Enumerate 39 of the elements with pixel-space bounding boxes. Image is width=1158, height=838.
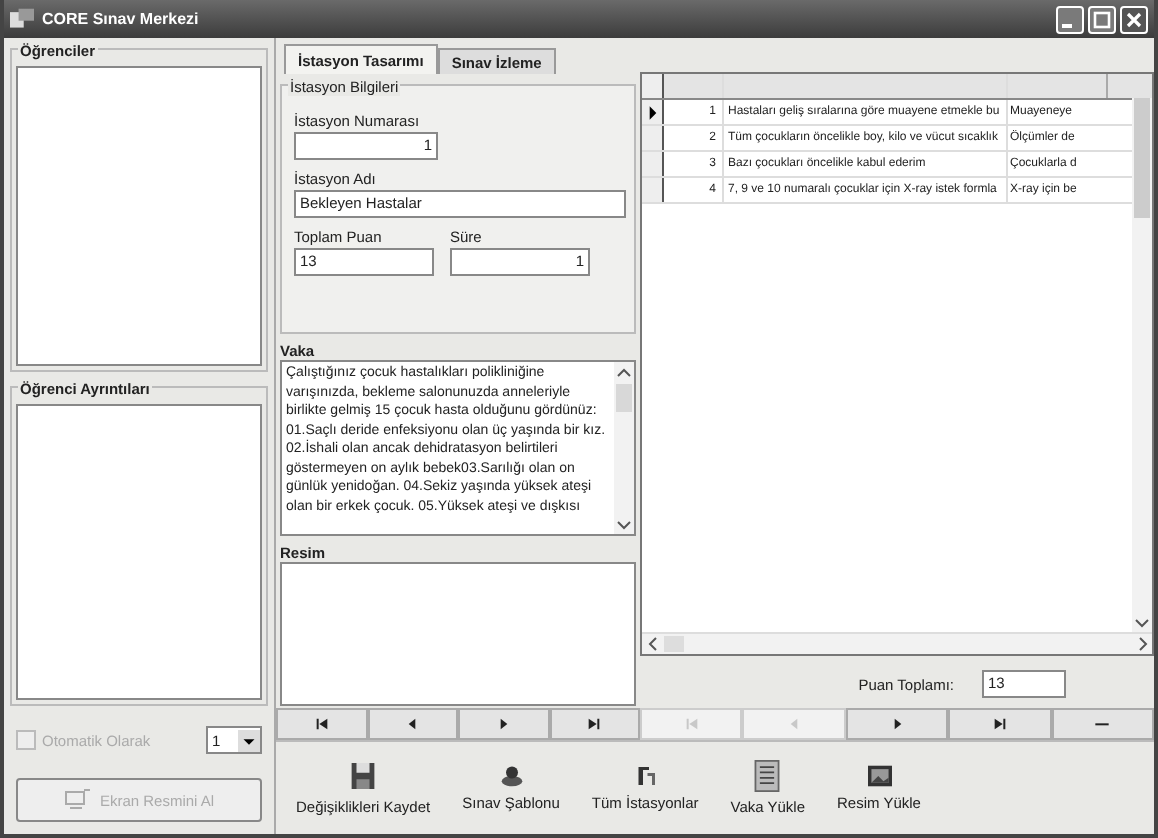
last-record-icon bbox=[586, 716, 603, 732]
next-record-icon bbox=[495, 716, 512, 732]
next-record-icon bbox=[889, 716, 906, 732]
previous-record-icon bbox=[404, 716, 421, 732]
document-icon bbox=[754, 760, 781, 792]
horizontal-scrollbar[interactable] bbox=[642, 632, 1152, 654]
maximize-icon bbox=[1092, 9, 1112, 29]
close-icon bbox=[1124, 9, 1144, 29]
minimize-button[interactable] bbox=[1056, 5, 1084, 33]
picture-icon bbox=[865, 764, 893, 788]
navigation-button[interactable] bbox=[948, 708, 1052, 740]
navigation-button[interactable] bbox=[367, 708, 458, 740]
app-icon bbox=[10, 8, 34, 30]
first-record-icon bbox=[683, 716, 700, 732]
last-record-icon bbox=[991, 716, 1008, 732]
navigation-button[interactable] bbox=[549, 708, 640, 740]
case-text-area[interactable] bbox=[280, 360, 636, 536]
row-selector[interactable] bbox=[642, 152, 664, 176]
scroll-thumb[interactable] bbox=[616, 384, 632, 412]
vertical-scrollbar[interactable] bbox=[1132, 98, 1152, 632]
navigation-button[interactable] bbox=[845, 708, 949, 740]
first-record-icon bbox=[313, 716, 330, 732]
current-row-icon bbox=[647, 105, 657, 119]
navigation-button[interactable] bbox=[458, 708, 549, 740]
vertical-scrollbar[interactable] bbox=[614, 362, 634, 534]
navigation-button[interactable] bbox=[1051, 708, 1154, 740]
row-selector[interactable] bbox=[642, 178, 664, 202]
minimize-icon bbox=[1062, 23, 1072, 27]
window-title: CORE Sınav Merkezi bbox=[42, 10, 201, 28]
monitor-icon bbox=[63, 788, 92, 812]
template-icon bbox=[497, 764, 525, 788]
navigation-button[interactable] bbox=[276, 708, 367, 740]
previous-record-icon bbox=[786, 716, 803, 732]
scroll-thumb[interactable] bbox=[1134, 98, 1150, 218]
scroll-thumb[interactable] bbox=[664, 636, 684, 652]
maximize-button[interactable] bbox=[1088, 5, 1116, 33]
row-selector[interactable] bbox=[642, 126, 664, 150]
close-button[interactable] bbox=[1120, 5, 1148, 33]
row-selector[interactable] bbox=[642, 100, 664, 124]
